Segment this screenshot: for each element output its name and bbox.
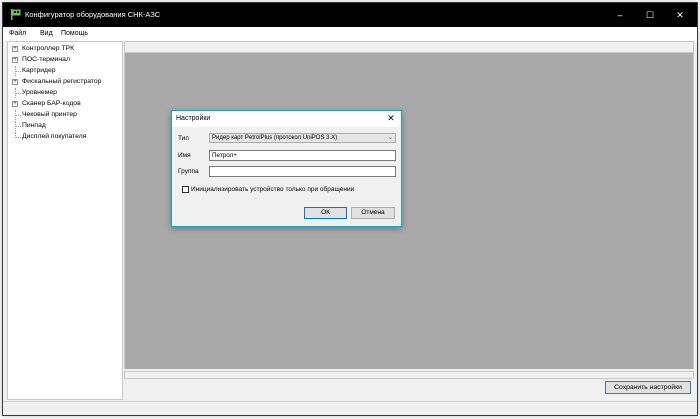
tree-item-label: Чековый принтер <box>22 111 77 118</box>
status-bar <box>3 401 697 415</box>
tree-item-label: Уровнемер <box>22 89 57 96</box>
tree-item-label: ПОС-терминал <box>22 56 70 63</box>
tree-item-label: Контроллер ТРК <box>22 45 75 52</box>
tree-item-receipt-printer[interactable]: Чековый принтер <box>8 110 122 120</box>
group-label: Группа <box>178 168 199 175</box>
cancel-button[interactable]: Отмена <box>351 207 395 219</box>
init-on-demand-checkbox[interactable] <box>182 186 189 193</box>
dialog-close-icon[interactable]: ✕ <box>385 112 397 125</box>
menu-file[interactable]: Файл <box>9 30 26 37</box>
minimize-button[interactable]: – <box>607 3 633 27</box>
menu-bar: Файл Вид Помощь <box>3 27 697 41</box>
title-bar[interactable]: Конфигуратор оборудования СНК-АЗС – ☐ ✕ <box>3 3 697 27</box>
init-on-demand-label[interactable]: Инициализировать устройство только при о… <box>191 186 354 193</box>
ok-button[interactable]: ОК <box>304 207 347 219</box>
tree-item-pinpad[interactable]: Пинпад <box>8 121 122 131</box>
type-select-value: Ридер карт PetrolPlus (протокол UniPOS 3… <box>212 135 338 141</box>
main-header <box>124 41 694 53</box>
type-label: Тип <box>178 135 189 142</box>
name-label: Имя <box>178 152 191 159</box>
tree-item-label: Пинпад <box>22 122 46 129</box>
device-tree: + Контроллер ТРК + ПОС-терминал Картриде… <box>7 41 123 400</box>
settings-dialog: Настройки ✕ Тип Ридер карт PetrolPlus (п… <box>171 110 402 227</box>
tree-item-customer-display[interactable]: Дисплей покупателя <box>8 132 122 142</box>
tree-item-label: Фискальный регистратор <box>22 78 102 85</box>
close-button[interactable]: ✕ <box>667 3 693 27</box>
tree-item-label: Дисплей покупателя <box>22 133 87 140</box>
dialog-title: Настройки <box>176 115 211 122</box>
tree-item-fiscal-registrar[interactable]: + Фискальный регистратор <box>8 77 122 87</box>
bottom-strip <box>124 371 694 379</box>
type-select[interactable]: Ридер карт PetrolPlus (протокол UniPOS 3… <box>209 133 396 143</box>
expand-icon[interactable]: + <box>12 57 18 63</box>
maximize-button[interactable]: ☐ <box>637 3 663 27</box>
tree-item-label: Сканер БАР-кодов <box>22 100 81 107</box>
tree-item-label: Картридер <box>22 67 56 74</box>
tree-item-pump-controller[interactable]: + Контроллер ТРК <box>8 44 122 54</box>
tree-item-level-gauge[interactable]: Уровнемер <box>8 88 122 98</box>
group-input[interactable] <box>209 166 396 177</box>
expand-icon[interactable]: + <box>12 46 18 52</box>
save-settings-button[interactable]: Сохранить настройки <box>605 381 691 394</box>
dialog-title-bar[interactable]: Настройки ✕ <box>172 111 401 127</box>
expand-icon[interactable]: + <box>12 79 18 85</box>
tree-item-pos-terminal[interactable]: + ПОС-терминал <box>8 55 122 65</box>
tree-item-barcode-scanner[interactable]: + Сканер БАР-кодов <box>8 99 122 109</box>
name-input[interactable]: Петрол+ <box>209 150 396 161</box>
menu-view[interactable]: Вид <box>40 30 53 37</box>
expand-icon[interactable]: + <box>12 101 18 107</box>
app-flag-icon <box>11 9 21 20</box>
tree-item-card-reader[interactable]: Картридер <box>8 66 122 76</box>
window-title: Конфигуратор оборудования СНК-АЗС <box>25 10 161 19</box>
menu-help[interactable]: Помощь <box>61 30 88 37</box>
chevron-down-icon: ⌄ <box>387 135 393 141</box>
